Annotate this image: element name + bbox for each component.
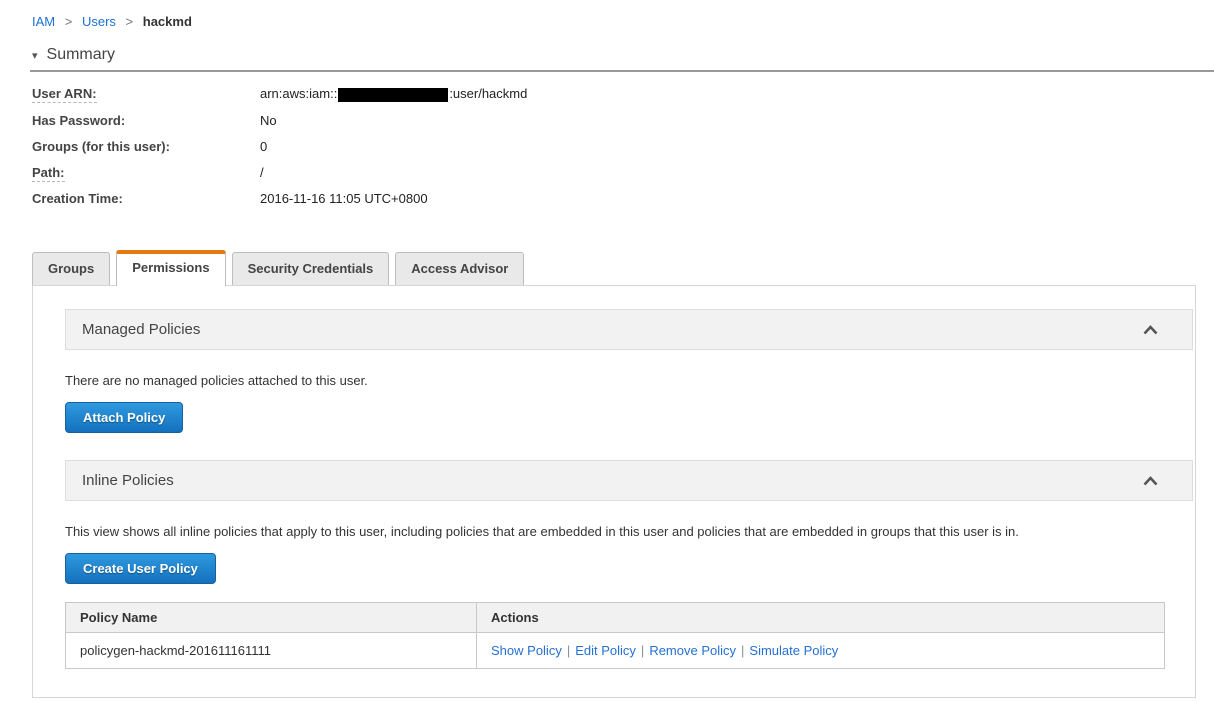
tab-permissions[interactable]: Permissions xyxy=(116,249,226,286)
summary-section-header: ▾ Summary xyxy=(32,46,1214,64)
breadcrumb: IAM > Users > hackmd xyxy=(0,0,1214,29)
actions-cell: Show Policy | Edit Policy | Remove Policy | Si… xyxy=(476,631,1165,669)
breadcrumb-separator: > xyxy=(125,14,134,29)
chevron-up-icon[interactable] xyxy=(1141,474,1176,486)
caret-down-icon[interactable]: ▾ xyxy=(32,49,38,62)
inline-policies-description: This view shows all inline policies that… xyxy=(65,523,1019,539)
groups-count-value: 0 xyxy=(260,138,268,154)
managed-policies-section: Managed Policies There are no managed po… xyxy=(65,308,1193,433)
summary-fields: User ARN: arn:aws:iam:::user/hackmd Has … xyxy=(32,86,1214,206)
managed-policies-empty-text: There are no managed policies attached t… xyxy=(65,372,368,388)
chevron-up-icon[interactable] xyxy=(1141,323,1176,335)
tab-groups[interactable]: Groups xyxy=(32,251,111,285)
path-label: Path: xyxy=(32,164,65,182)
table-row: policygen-hackmd-201611161111 Show Polic… xyxy=(64,631,1165,669)
tab-access-advisor[interactable]: Access Advisor xyxy=(395,251,525,285)
table-header-row: Policy Name Actions xyxy=(64,601,1165,633)
creation-time-label: Creation Time: xyxy=(32,190,123,206)
breadcrumb-link-users[interactable]: Users xyxy=(82,14,116,29)
inline-policies-header: Inline Policies xyxy=(65,459,1193,501)
creation-time-value: 2016-11-16 11:05 UTC+0800 xyxy=(260,190,428,206)
tab-security-credentials[interactable]: Security Credentials xyxy=(231,251,390,285)
inline-policies-section: Inline Policies This view shows all inli… xyxy=(64,459,1193,669)
managed-policies-title: Managed Policies xyxy=(82,320,201,338)
breadcrumb-link-iam[interactable]: IAM xyxy=(32,14,55,29)
redacted-account-id xyxy=(338,87,449,102)
policy-name-cell: policygen-hackmd-201611161111 xyxy=(64,631,478,669)
path-value: / xyxy=(260,164,264,180)
action-separator: | xyxy=(741,642,745,658)
user-arn-value: arn:aws:iam:::user/hackmd xyxy=(260,86,528,102)
policy-name-column-header: Policy Name xyxy=(64,601,478,633)
managed-policies-header: Managed Policies xyxy=(65,308,1193,350)
groups-count-label: Groups (for this user): xyxy=(32,138,170,154)
breadcrumb-current-user: hackmd xyxy=(142,14,192,29)
action-separator: | xyxy=(640,642,645,658)
attach-policy-button[interactable]: Attach Policy xyxy=(65,401,184,433)
show-policy-link[interactable]: Show Policy xyxy=(491,643,562,658)
user-detail-tabs: Groups Permissions Security Credentials … xyxy=(32,249,1214,286)
breadcrumb-separator: > xyxy=(64,14,73,29)
user-arn-label: User ARN: xyxy=(32,86,97,103)
summary-divider xyxy=(30,70,1214,72)
action-separator: | xyxy=(566,642,571,658)
has-password-label: Has Password: xyxy=(32,112,126,128)
iam-user-detail-page: IAM > Users > hackmd ▾ Summary User ARN:… xyxy=(0,0,1214,702)
create-user-policy-button[interactable]: Create User Policy xyxy=(65,552,216,584)
permissions-tab-panel: Managed Policies There are no managed po… xyxy=(32,284,1196,698)
inline-policies-body: This view shows all inline policies that… xyxy=(64,523,1193,669)
summary-title: Summary xyxy=(46,46,115,63)
managed-policies-body: There are no managed policies attached t… xyxy=(65,373,1193,433)
inline-policies-title: Inline Policies xyxy=(82,471,174,489)
edit-policy-link[interactable]: Edit Policy xyxy=(575,643,636,658)
remove-policy-link[interactable]: Remove Policy xyxy=(649,643,736,658)
actions-column-header: Actions xyxy=(476,601,1165,633)
has-password-value: No xyxy=(260,112,277,128)
simulate-policy-link[interactable]: Simulate Policy xyxy=(749,643,838,658)
inline-policies-table: Policy Name Actions policygen-hackmd-201… xyxy=(64,601,1165,669)
